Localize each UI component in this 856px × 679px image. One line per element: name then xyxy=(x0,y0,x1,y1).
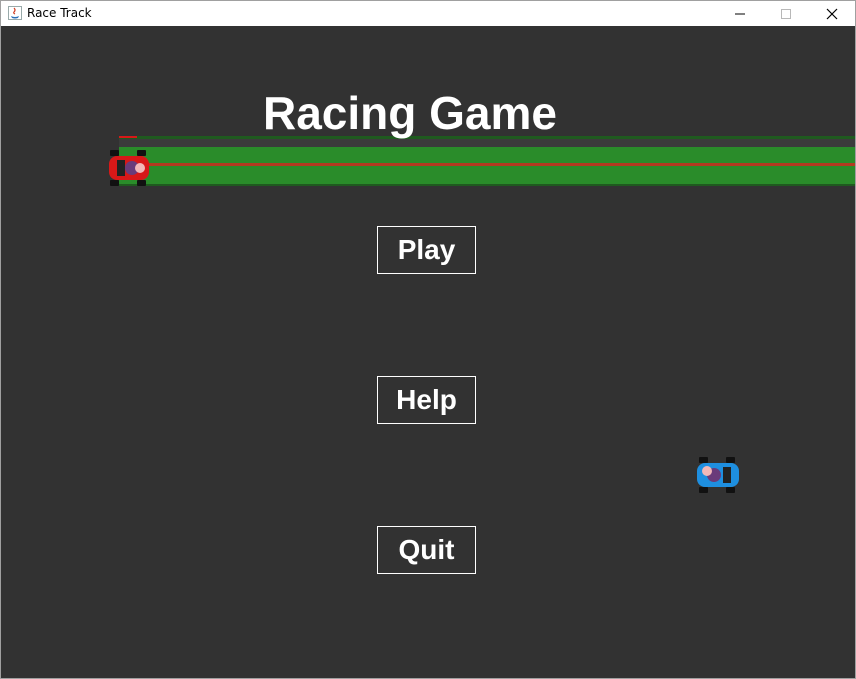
track-lower-green xyxy=(119,166,855,184)
red-kart xyxy=(109,150,149,186)
java-app-icon xyxy=(8,6,22,20)
minimize-button[interactable] xyxy=(717,1,763,26)
help-button[interactable]: Help xyxy=(377,376,476,424)
quit-button[interactable]: Quit xyxy=(377,526,476,574)
app-window: Race Track Racing Game Play Help Quit xyxy=(0,0,856,679)
maximize-icon xyxy=(781,8,791,19)
maximize-button[interactable] xyxy=(763,1,809,26)
close-icon xyxy=(826,8,838,19)
play-button[interactable]: Play xyxy=(377,226,476,274)
track-upper-green xyxy=(119,147,855,163)
title-bar[interactable]: Race Track xyxy=(1,1,855,26)
track-bottom-edge xyxy=(119,184,855,186)
game-title: Racing Game xyxy=(263,87,557,139)
track-red-marker xyxy=(119,136,137,138)
blue-kart xyxy=(697,457,739,493)
close-button[interactable] xyxy=(809,1,855,26)
game-canvas: Racing Game Play Help Quit xyxy=(1,26,855,678)
minimize-icon xyxy=(735,13,745,14)
window-title: Race Track xyxy=(27,6,92,20)
track-red-line xyxy=(119,163,855,166)
track-dark-band xyxy=(119,139,855,147)
